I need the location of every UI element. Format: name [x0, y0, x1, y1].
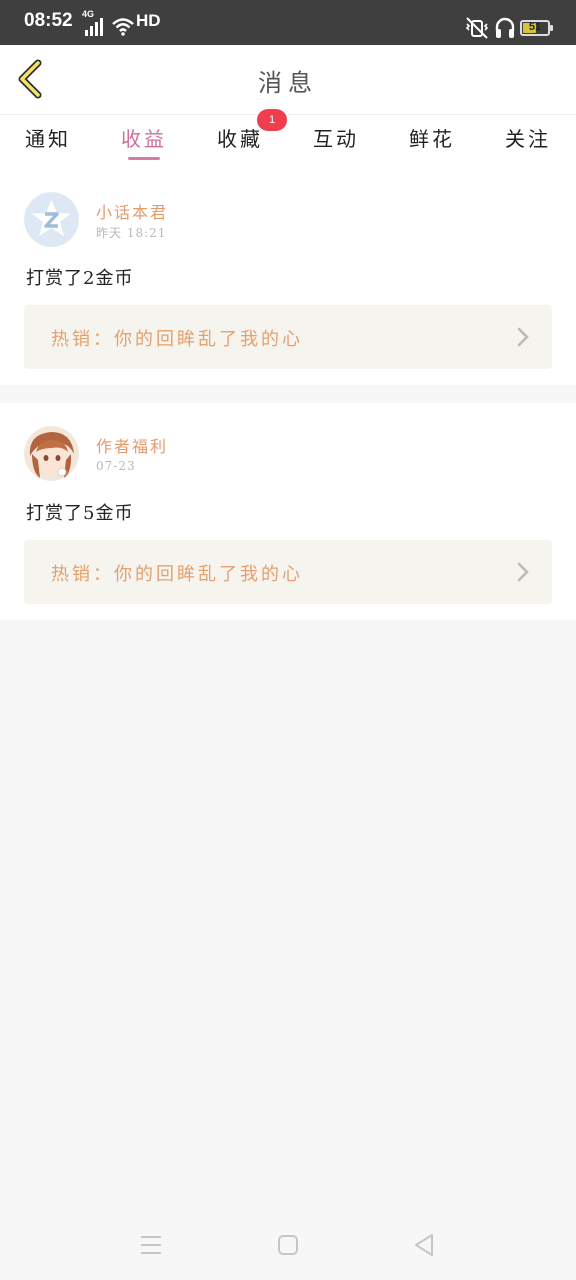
app-logo-icon[interactable]: [24, 192, 79, 247]
anime-girl-avatar[interactable]: [24, 426, 79, 481]
status-bar: 08:52 4G HD 51: [0, 0, 576, 45]
wifi-icon: [112, 18, 134, 36]
vibrate-mute-icon: [465, 17, 489, 39]
tab-bar: 通知 收益 收藏 互动 鲜花 关注: [0, 115, 576, 173]
tab-label: 鲜花: [409, 127, 455, 151]
tab-label: 收益: [121, 127, 167, 151]
status-time: 08:52: [24, 10, 73, 31]
active-tab-indicator: [128, 157, 160, 160]
promo-text: 热销：你的回眸乱了我的心: [51, 329, 303, 350]
header: 消息: [0, 45, 576, 115]
headset-icon: [495, 17, 515, 38]
message-card: 作者福利 07-23 打赏了5金币 热销：你的回眸乱了我的心: [0, 403, 576, 620]
promo-link[interactable]: 热销：你的回眸乱了我的心: [24, 305, 552, 369]
message-time: 07-23: [96, 459, 136, 473]
hd-indicator: HD: [136, 11, 161, 30]
battery-text: 51: [528, 21, 542, 33]
back-triangle-icon[interactable]: [413, 1233, 435, 1257]
favorites-badge: 1: [257, 109, 287, 131]
tab-income[interactable]: 收益: [96, 115, 192, 173]
battery-icon: 51: [520, 20, 553, 36]
tab-label: 互动: [313, 127, 359, 151]
tab-label: 关注: [505, 127, 551, 151]
message-time: 昨天 18:21: [96, 226, 167, 240]
message-text: 打赏了2金币: [26, 268, 134, 289]
tab-label: 通知: [25, 127, 71, 151]
promo-link[interactable]: 热销：你的回眸乱了我的心: [24, 540, 552, 604]
chevron-right-icon: [517, 327, 529, 347]
message-card: 小话本君 昨天 18:21 打赏了2金币 热销：你的回眸乱了我的心: [0, 173, 576, 385]
message-text: 打赏了5金币: [26, 503, 134, 524]
signal-icon: [85, 18, 105, 36]
promo-text: 热销：你的回眸乱了我的心: [51, 564, 303, 585]
tab-notification[interactable]: 通知: [0, 115, 96, 173]
menu-icon[interactable]: [139, 1234, 163, 1256]
page-title: 消息: [258, 69, 318, 97]
tab-following[interactable]: 关注: [480, 115, 576, 173]
sender-name[interactable]: 作者福利: [96, 433, 168, 457]
home-icon[interactable]: [277, 1234, 299, 1256]
tab-flowers[interactable]: 鲜花: [384, 115, 480, 173]
chevron-right-icon: [517, 562, 529, 582]
sender-name[interactable]: 小话本君: [96, 199, 168, 223]
tab-interaction[interactable]: 互动: [288, 115, 384, 173]
